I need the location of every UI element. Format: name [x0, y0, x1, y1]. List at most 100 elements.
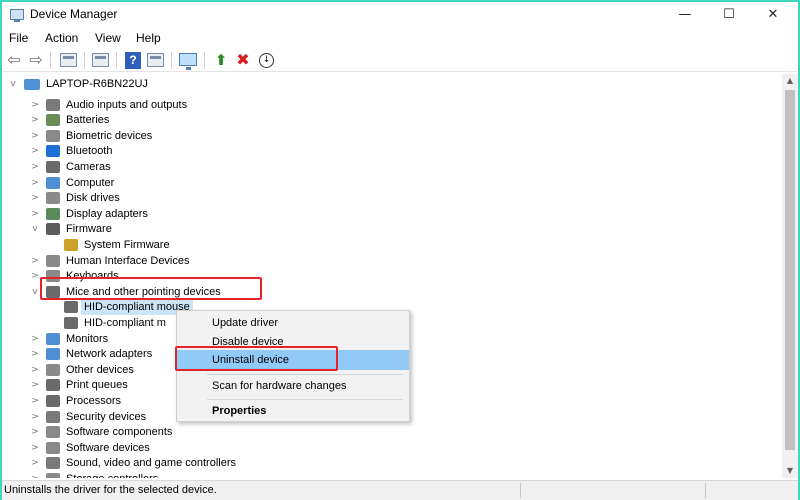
add-legacy-hardware-icon[interactable]: ⬆ — [212, 51, 230, 69]
disk-drive-icon — [46, 192, 60, 205]
menu-file[interactable]: File — [9, 31, 28, 45]
vertical-scrollbar[interactable]: ▲ ▼ — [782, 74, 798, 478]
other-devices-icon — [46, 363, 60, 376]
expand-chevron-icon[interactable]: > — [30, 112, 40, 128]
tree-device[interactable]: System Firmware — [0, 237, 780, 253]
tree-category[interactable]: > Software components — [0, 424, 780, 440]
toolbar-separator — [84, 52, 85, 69]
tree-category[interactable]: > Storage controllers — [0, 471, 780, 478]
annotation-highlight-mice — [40, 277, 262, 300]
tree-item-label: Processors — [66, 395, 122, 407]
menu-help[interactable]: Help — [136, 31, 161, 45]
tree-category[interactable]: > Biometric devices — [0, 128, 780, 144]
tree-root[interactable]: v LAPTOP-R6BN22UJ — [0, 76, 780, 92]
title-bar: Device Manager — ☐ ✕ — [0, 2, 800, 28]
expand-chevron-icon[interactable]: > — [30, 128, 40, 144]
network-adapter-icon — [46, 348, 60, 361]
tree-item-label: System Firmware — [84, 239, 170, 251]
menu-action[interactable]: Action — [45, 31, 78, 45]
tree-item-label: Network adapters — [66, 348, 153, 361]
expand-chevron-icon[interactable]: > — [30, 159, 40, 175]
tree-category[interactable]: > Cameras — [0, 159, 780, 175]
tree-category[interactable]: > Computer — [0, 175, 780, 191]
expand-chevron-icon[interactable]: > — [30, 97, 40, 113]
show-hide-console-tree-icon[interactable] — [60, 53, 77, 67]
tree-category[interactable]: > Display adapters — [0, 206, 780, 222]
close-button[interactable]: ✕ — [750, 2, 796, 28]
scroll-thumb[interactable] — [785, 90, 795, 450]
tree-category[interactable]: > Audio inputs and outputs — [0, 97, 780, 113]
computer-icon — [24, 79, 40, 90]
menu-bar: File Action View Help — [0, 28, 800, 48]
forward-icon[interactable]: ⇨ — [27, 51, 45, 69]
expand-chevron-icon[interactable]: > — [30, 268, 40, 284]
chip-icon — [64, 239, 78, 251]
speaker-icon — [46, 98, 60, 111]
collapse-chevron-icon[interactable]: v — [30, 284, 40, 300]
expand-chevron-icon[interactable]: > — [30, 362, 40, 378]
fingerprint-icon — [46, 129, 60, 142]
back-icon[interactable]: ⇦ — [5, 51, 23, 69]
tree-root-label: LAPTOP-R6BN22UJ — [46, 78, 148, 90]
software-component-icon — [46, 426, 60, 439]
camera-icon — [46, 161, 60, 173]
status-pane-divider — [520, 483, 521, 499]
tree-item-label: Human Interface Devices — [66, 254, 190, 267]
maximize-button[interactable]: ☐ — [706, 2, 752, 28]
menu-view[interactable]: View — [95, 31, 121, 45]
expand-chevron-icon[interactable]: > — [30, 346, 40, 362]
tree-category[interactable]: > Bluetooth — [0, 143, 780, 159]
expand-chevron-icon[interactable]: > — [30, 424, 40, 440]
tree-item-label: Display adapters — [66, 207, 148, 220]
expand-chevron-icon[interactable]: > — [30, 143, 40, 159]
tree-category[interactable]: > Human Interface Devices — [0, 253, 780, 269]
expand-chevron-icon[interactable]: > — [30, 440, 40, 456]
properties-icon[interactable] — [92, 53, 109, 67]
software-device-icon — [46, 441, 60, 454]
collapse-chevron-icon[interactable]: v — [30, 221, 40, 237]
action-pane-icon[interactable] — [147, 53, 164, 67]
uninstall-device-icon[interactable]: ✖ — [234, 51, 252, 69]
expand-chevron-icon[interactable]: > — [30, 331, 40, 347]
tree-item-label: Computer — [66, 176, 115, 189]
expand-chevron-icon[interactable]: > — [30, 175, 40, 191]
expand-chevron-icon[interactable]: > — [30, 409, 40, 425]
collapse-chevron-icon[interactable]: v — [8, 76, 18, 92]
tree-item-label: Storage controllers — [66, 471, 158, 478]
battery-icon — [46, 114, 60, 127]
expand-chevron-icon[interactable]: > — [30, 471, 40, 478]
scan-hardware-changes-icon[interactable] — [179, 53, 197, 70]
tree-category[interactable]: v Firmware — [0, 221, 780, 237]
toolbar-separator — [50, 52, 51, 69]
ctx-scan-hardware-changes[interactable]: Scan for hardware changes — [177, 376, 409, 396]
display-adapter-icon — [46, 207, 60, 220]
tree-item-label: Other devices — [66, 363, 134, 376]
tree-item-label: Firmware — [66, 223, 112, 236]
monitor-icon — [46, 332, 60, 345]
processor-icon — [46, 395, 60, 407]
tree-category[interactable]: > Sound, video and game controllers — [0, 455, 780, 471]
expand-chevron-icon[interactable]: > — [30, 393, 40, 409]
expand-chevron-icon[interactable]: > — [30, 377, 40, 393]
hid-icon — [46, 254, 60, 267]
expand-chevron-icon[interactable]: > — [30, 253, 40, 269]
help-icon[interactable]: ? — [125, 52, 141, 69]
ctx-update-driver[interactable]: Update driver — [177, 313, 409, 333]
update-driver-icon[interactable]: ↓ — [259, 53, 274, 68]
expand-chevron-icon[interactable]: > — [30, 455, 40, 471]
tree-item-label: Monitors — [66, 332, 109, 345]
tree-category[interactable]: > Disk drives — [0, 190, 780, 206]
mouse-icon — [64, 317, 78, 329]
minimize-button[interactable]: — — [662, 2, 708, 28]
scroll-down-arrow-icon[interactable]: ▼ — [782, 464, 798, 478]
tree-category[interactable]: > Software devices — [0, 440, 780, 456]
mouse-icon — [64, 301, 78, 314]
tree-item-label: Disk drives — [66, 192, 120, 205]
expand-chevron-icon[interactable]: > — [30, 206, 40, 222]
status-text: Uninstalls the driver for the selected d… — [4, 484, 217, 496]
expand-chevron-icon[interactable]: > — [30, 190, 40, 206]
scroll-up-arrow-icon[interactable]: ▲ — [782, 74, 798, 88]
tree-category[interactable]: > Batteries — [0, 112, 780, 128]
toolbar-separator — [204, 52, 205, 69]
ctx-properties[interactable]: Properties — [177, 401, 409, 421]
